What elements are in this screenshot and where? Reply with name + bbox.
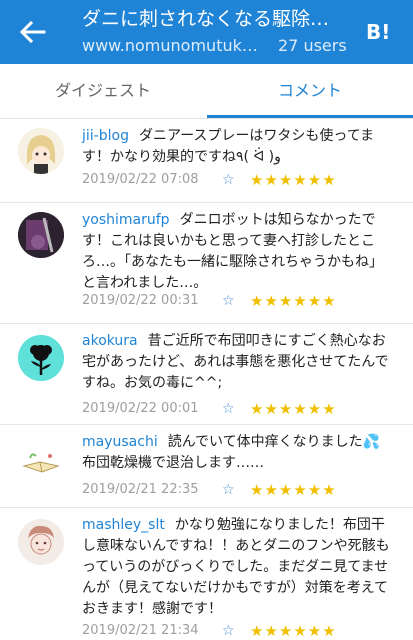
tab-digest[interactable]: ダイジェスト — [0, 64, 206, 118]
comment-list[interactable]: jii-blog ダニアースプレーはワタシも使ってます！かなり効果的ですね٩( ᐛ… — [0, 118, 413, 640]
comment-text: yoshimarufp ダニロボットは知らなかったです！これは良いかもと思って妻へ… — [82, 210, 392, 294]
comment-username[interactable]: akokura — [82, 333, 138, 349]
comment-username[interactable]: yoshimarufp — [82, 212, 170, 228]
comment-item: mashley_slt かなり勉強になりました！布団干し意味ないんですね！！あとダ… — [0, 507, 413, 640]
comment-item: yoshimarufp ダニロボットは知らなかったです！これは良いかもと思って妻へ… — [0, 202, 413, 324]
comment-meta: 2019/02/22 00:01 ☆ ★★★★★★ — [82, 398, 402, 420]
comment-date[interactable]: 2019/02/21 22:35 — [82, 479, 199, 501]
comment-text: jii-blog ダニアースプレーはワタシも使ってます！かなり効果的ですね٩( ᐛ… — [82, 126, 392, 168]
bookmark-user-count: 27 users — [278, 36, 347, 55]
star-rating: ★★★★★★ — [250, 622, 337, 640]
user-avatar-image — [18, 519, 64, 565]
star-rating: ★★★★★★ — [250, 292, 337, 310]
page-title: ダニに刺されなくなる駆除… — [82, 8, 330, 30]
comment-item: akokura 昔ご近所で布団叩きにすごく熱心なお宅があったけど、あれは事態を悪化… — [0, 323, 413, 425]
add-star-icon[interactable]: ☆ — [222, 400, 242, 418]
comment-item: jii-blog ダニアースプレーはワタシも使ってます！かなり効果的ですね٩( ᐛ… — [0, 118, 413, 203]
star-rating: ★★★★★★ — [250, 481, 337, 499]
comment-date[interactable]: 2019/02/22 00:31 — [82, 290, 199, 312]
comment-date[interactable]: 2019/02/22 07:08 — [82, 169, 199, 191]
avatar[interactable] — [18, 128, 64, 174]
comment-meta: 2019/02/22 07:08 ☆ ★★★★★★ — [82, 169, 402, 191]
user-avatar-image — [18, 436, 64, 482]
add-star-icon[interactable]: ☆ — [222, 171, 242, 189]
avatar[interactable] — [18, 436, 64, 482]
hatena-bookmark-icon[interactable]: B! — [366, 18, 396, 46]
add-star-icon[interactable]: ☆ — [222, 481, 242, 499]
page-domain[interactable]: www.nomunomutuk… — [82, 34, 262, 58]
comment-date[interactable]: 2019/02/21 21:34 — [82, 620, 199, 640]
tab-comments[interactable]: コメント — [207, 64, 413, 118]
user-avatar-image — [18, 335, 64, 381]
add-star-icon[interactable]: ☆ — [222, 622, 242, 640]
comment-item: mayusachi 読んでいて体中痒くなりました💦布団乾燥機で退治します…… 20… — [0, 424, 413, 508]
avatar[interactable] — [18, 212, 64, 258]
add-star-icon[interactable]: ☆ — [222, 292, 242, 310]
comment-date[interactable]: 2019/02/22 00:01 — [82, 398, 199, 420]
comment-text: akokura 昔ご近所で布団叩きにすごく熱心なお宅があったけど、あれは事態を悪化… — [82, 331, 392, 394]
comment-text: mashley_slt かなり勉強になりました！布団干し意味ないんですね！！あとダ… — [82, 515, 392, 620]
avatar[interactable] — [18, 519, 64, 565]
avatar[interactable] — [18, 335, 64, 381]
star-rating: ★★★★★★ — [250, 171, 337, 189]
user-avatar-image — [18, 212, 64, 258]
comment-meta: 2019/02/21 22:35 ☆ ★★★★★★ — [82, 479, 402, 501]
app-bar: ダニに刺されなくなる駆除… www.nomunomutuk… 27 users … — [0, 0, 413, 64]
comment-text: mayusachi 読んでいて体中痒くなりました💦布団乾燥機で退治します…… — [82, 432, 392, 474]
tab-bar: ダイジェスト コメント — [0, 64, 413, 119]
comment-meta: 2019/02/22 00:31 ☆ ★★★★★★ — [82, 290, 402, 312]
comment-meta: 2019/02/21 21:34 ☆ ★★★★★★ — [82, 620, 402, 640]
comment-username[interactable]: mayusachi — [82, 434, 158, 450]
user-avatar-image — [18, 128, 64, 174]
back-arrow-icon[interactable] — [18, 20, 46, 44]
comment-username[interactable]: jii-blog — [82, 128, 129, 144]
star-rating: ★★★★★★ — [250, 400, 337, 418]
comment-username[interactable]: mashley_slt — [82, 517, 165, 533]
